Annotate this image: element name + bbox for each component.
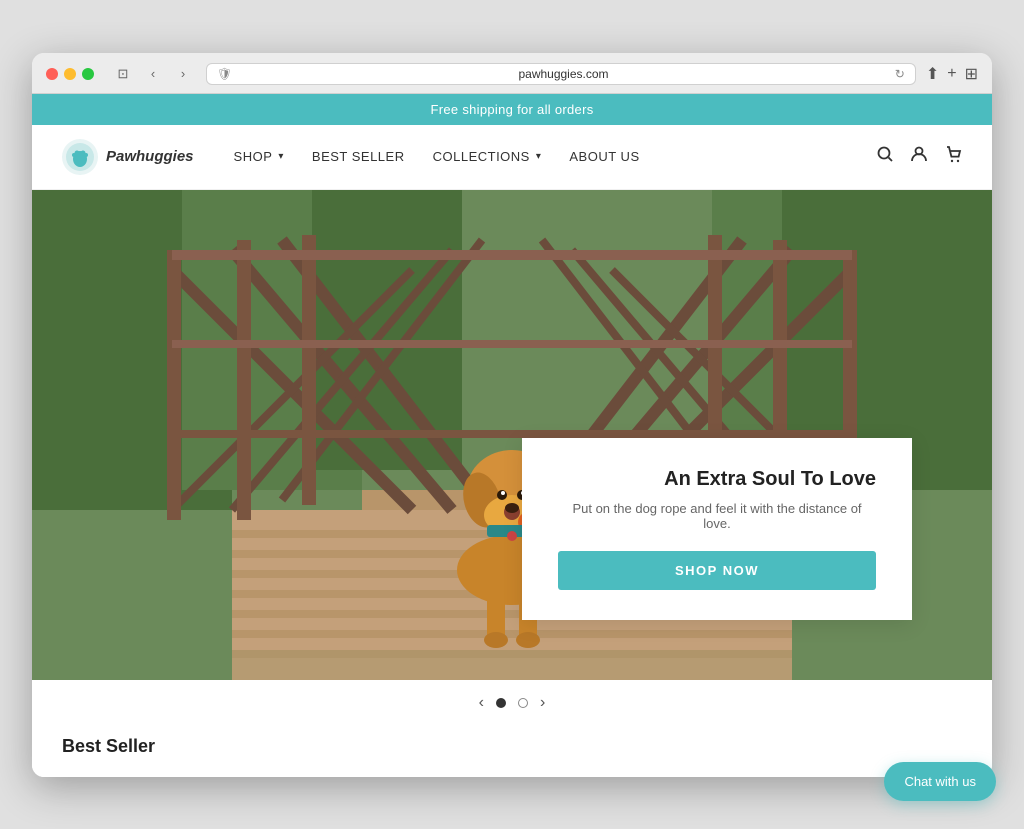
url-text: pawhuggies.com bbox=[238, 67, 889, 81]
chat-widget-button[interactable]: Chat with us bbox=[884, 762, 996, 801]
maximize-button[interactable] bbox=[82, 68, 94, 80]
nav-icon-group bbox=[876, 145, 962, 168]
collections-chevron-icon: ▾ bbox=[536, 151, 542, 162]
hero-section: An Extra Soul To Love Put on the dog rop… bbox=[32, 190, 992, 680]
website-content: Free shipping for all orders Pawhuggies bbox=[32, 94, 992, 777]
browser-window: ⊡ ‹ › 🛡 pawhuggies.com ↻ ⬆ + ⊞ Free ship… bbox=[32, 53, 992, 777]
grid-button[interactable]: ⊞ bbox=[965, 64, 978, 84]
shop-now-button[interactable]: SHOP NOW bbox=[558, 551, 876, 590]
search-button[interactable] bbox=[876, 145, 894, 168]
forward-button[interactable]: › bbox=[170, 64, 196, 84]
carousel-controls: ‹ › bbox=[32, 680, 992, 726]
logo-text: Pawhuggies bbox=[106, 148, 194, 165]
best-seller-section: Best Seller bbox=[32, 726, 992, 777]
nav-about-us[interactable]: ABOUT US bbox=[569, 149, 639, 164]
hero-card: An Extra Soul To Love Put on the dog rop… bbox=[522, 438, 912, 620]
logo[interactable]: Pawhuggies bbox=[62, 139, 194, 175]
logo-icon bbox=[62, 139, 98, 175]
carousel-dot-1[interactable] bbox=[496, 698, 506, 708]
minimize-button[interactable] bbox=[64, 68, 76, 80]
carousel-next-button[interactable]: › bbox=[540, 694, 545, 712]
navigation: Pawhuggies SHOP ▾ BEST SELLER COLLECTION… bbox=[32, 125, 992, 190]
back-button[interactable]: ‹ bbox=[140, 64, 166, 84]
new-tab-button[interactable]: + bbox=[947, 65, 956, 83]
reload-button[interactable]: ↻ bbox=[895, 67, 905, 81]
nav-shop[interactable]: SHOP ▾ bbox=[234, 149, 284, 164]
nav-links: SHOP ▾ BEST SELLER COLLECTIONS ▾ ABOUT U… bbox=[234, 149, 876, 164]
share-button[interactable]: ⬆ bbox=[926, 64, 939, 84]
carousel-dot-2[interactable] bbox=[518, 698, 528, 708]
shop-chevron-icon: ▾ bbox=[278, 151, 284, 162]
hero-card-subtitle: Put on the dog rope and feel it with the… bbox=[558, 501, 876, 531]
nav-collections[interactable]: COLLECTIONS ▾ bbox=[433, 149, 542, 164]
cart-button[interactable] bbox=[944, 145, 962, 168]
browser-action-buttons: ⬆ + ⊞ bbox=[926, 64, 978, 84]
close-button[interactable] bbox=[46, 68, 58, 80]
address-bar[interactable]: 🛡 pawhuggies.com ↻ bbox=[206, 63, 916, 85]
browser-chrome: ⊡ ‹ › 🛡 pawhuggies.com ↻ ⬆ + ⊞ bbox=[32, 53, 992, 94]
browser-controls: ⊡ ‹ › bbox=[110, 64, 196, 84]
security-icon: 🛡 bbox=[217, 67, 232, 81]
carousel-prev-button[interactable]: ‹ bbox=[479, 694, 484, 712]
sidebar-toggle-button[interactable]: ⊡ bbox=[110, 64, 136, 84]
best-seller-title: Best Seller bbox=[62, 736, 962, 757]
announcement-bar: Free shipping for all orders bbox=[32, 94, 992, 125]
traffic-lights bbox=[46, 68, 94, 80]
hero-card-title: An Extra Soul To Love bbox=[558, 468, 876, 491]
nav-best-seller[interactable]: BEST SELLER bbox=[312, 149, 405, 164]
announcement-text: Free shipping for all orders bbox=[430, 102, 593, 117]
account-button[interactable] bbox=[910, 145, 928, 168]
